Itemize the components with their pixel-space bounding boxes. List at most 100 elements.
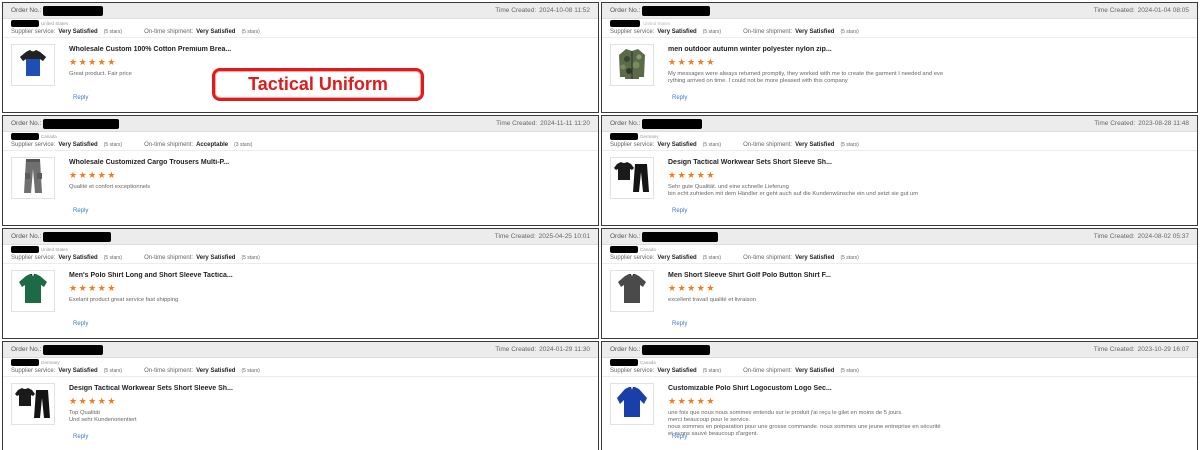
- star-icon: ★: [88, 57, 97, 67]
- product-title[interactable]: Wholesale Customized Cargo Trousers Mult…: [69, 159, 590, 166]
- on-time-shipment-value: Very Satisfied: [795, 255, 835, 261]
- product-thumbnail[interactable]: [11, 44, 55, 86]
- review-card: Order No.: Time Created: 2023-08-28 11:48…: [601, 115, 1198, 226]
- on-time-shipment-stars: (3 stars): [234, 142, 253, 148]
- reply-link[interactable]: Reply: [73, 321, 88, 327]
- product-thumbnail[interactable]: [610, 44, 654, 86]
- on-time-shipment-stars: (5 stars): [840, 29, 859, 35]
- jacket-icon: [615, 45, 649, 86]
- product-title[interactable]: Customizable Polo Shirt Logocustom Logo …: [668, 385, 1189, 392]
- review-card: Order No.: Time Created: 2025-04-25 10:01…: [2, 228, 599, 339]
- star-icon: ★: [706, 396, 715, 406]
- redacted-buyer: [11, 132, 39, 140]
- review-comment: Sehr gute Qualität. und eine schnelle Li…: [668, 184, 919, 197]
- supplier-service-label: Supplier service:: [11, 255, 56, 261]
- reply-link[interactable]: Reply: [73, 208, 88, 214]
- buyer-country: United States: [642, 20, 671, 26]
- star-icon: ★: [69, 170, 78, 180]
- product-title[interactable]: Men's Polo Shirt Long and Short Sleeve T…: [69, 272, 590, 279]
- product-title[interactable]: men outdoor autumn winter polyester nylo…: [668, 46, 1189, 53]
- time-created-label: Time Created:: [1093, 346, 1135, 353]
- redacted-order-no: [642, 5, 711, 16]
- supplier-service-stars: (5 stars): [702, 368, 722, 374]
- star-icon: ★: [687, 170, 696, 180]
- star-icon: ★: [69, 396, 78, 406]
- star-icon: ★: [687, 283, 696, 293]
- on-time-shipment-value: Very Satisfied: [196, 255, 236, 261]
- star-icon: ★: [706, 57, 715, 67]
- product-title[interactable]: Design Tactical Workwear Sets Short Slee…: [668, 159, 1189, 166]
- star-icon: ★: [677, 170, 686, 180]
- on-time-shipment-stars: (5 stars): [241, 255, 260, 261]
- order-no-label: Order No.:: [11, 7, 42, 14]
- star-rating: ★ ★ ★ ★ ★: [668, 284, 1189, 293]
- on-time-shipment-label: On-time shipment:: [144, 29, 194, 35]
- time-created: Time Created: 2024-08-02 05:37: [1094, 233, 1189, 240]
- review-body: Customizable Polo Shirt Logocustom Logo …: [602, 377, 1197, 438]
- redacted-buyer: [11, 19, 39, 27]
- star-rating: ★ ★ ★ ★ ★: [69, 284, 590, 293]
- time-created-value: 2024-11-11 11:20: [540, 120, 590, 127]
- ratings-row: Supplier service: Very Satisfied (5 star…: [3, 366, 598, 377]
- order-no-label: Order No.:: [610, 7, 641, 14]
- time-created: Time Created: 2025-04-25 10:01: [495, 233, 590, 240]
- star-rating: ★ ★ ★ ★ ★: [69, 58, 590, 67]
- star-icon: ★: [88, 396, 97, 406]
- on-time-shipment-stars: (5 stars): [241, 368, 260, 374]
- star-icon: ★: [78, 57, 87, 67]
- buyer-country: Germany: [41, 359, 60, 365]
- time-created-label: Time Created:: [1093, 7, 1135, 14]
- buyer-country: Canada: [640, 246, 656, 252]
- star-icon: ★: [107, 57, 116, 67]
- tactical-uniform-stamp: Tactical Uniform: [212, 68, 424, 101]
- reply-link[interactable]: Reply: [672, 95, 687, 101]
- reply-link[interactable]: Reply: [672, 208, 687, 214]
- star-icon: ★: [97, 283, 106, 293]
- star-icon: ★: [97, 57, 106, 67]
- supplier-service-stars: (5 stars): [702, 255, 722, 261]
- buyer-country: Canada: [41, 133, 57, 139]
- product-title[interactable]: Men Short Sleeve Shirt Golf Polo Button …: [668, 272, 1189, 279]
- on-time-shipment-label: On-time shipment:: [144, 368, 194, 374]
- product-thumbnail[interactable]: [610, 157, 654, 199]
- time-created-label: Time Created:: [1093, 233, 1135, 240]
- star-icon: ★: [668, 283, 677, 293]
- on-time-shipment-value: Very Satisfied: [196, 368, 236, 374]
- supplier-service-value: Very Satisfied: [58, 142, 98, 148]
- product-thumbnail[interactable]: [11, 383, 55, 425]
- product-thumbnail[interactable]: [11, 157, 55, 199]
- redacted-buyer: [610, 19, 640, 27]
- star-icon: ★: [97, 396, 106, 406]
- review-comment: Top Qualität Und sehr Kundenorientiert: [69, 410, 137, 423]
- star-icon: ★: [69, 57, 78, 67]
- supplier-service-stars: (5 stars): [103, 255, 123, 261]
- review-info: Wholesale Customized Cargo Trousers Mult…: [69, 157, 590, 199]
- on-time-shipment-label: On-time shipment:: [743, 29, 793, 35]
- supplier-service-value: Very Satisfied: [657, 29, 697, 35]
- on-time-shipment-value: Acceptable: [196, 142, 229, 148]
- product-thumbnail[interactable]: [11, 270, 55, 312]
- product-title[interactable]: Wholesale Custom 100% Cotton Premium Bre…: [69, 46, 590, 53]
- product-thumbnail[interactable]: [610, 270, 654, 312]
- supplier-service-stars: (5 stars): [103, 29, 123, 35]
- reply-link[interactable]: Reply: [672, 434, 687, 440]
- order-no-label: Order No.:: [11, 346, 42, 353]
- supplier-service-stars: (5 stars): [103, 368, 123, 374]
- ratings-row: Supplier service: Very Satisfied (5 star…: [3, 253, 598, 264]
- redacted-order-no: [43, 118, 120, 129]
- product-thumbnail[interactable]: [610, 383, 654, 425]
- time-created-label: Time Created:: [496, 120, 538, 127]
- reply-link[interactable]: Reply: [73, 434, 88, 440]
- star-icon: ★: [107, 170, 116, 180]
- order-no-label: Order No.:: [610, 233, 641, 240]
- time-created-label: Time Created:: [1094, 120, 1136, 127]
- time-created-value: 2023-08-28 11:48: [1138, 120, 1189, 127]
- reply-link[interactable]: Reply: [73, 95, 88, 101]
- reply-link[interactable]: Reply: [672, 321, 687, 327]
- buyer-row: United States: [602, 19, 1197, 27]
- polo-green-icon: [15, 271, 51, 312]
- star-icon: ★: [88, 170, 97, 180]
- on-time-shipment-label: On-time shipment:: [743, 142, 793, 148]
- review-body: Design Tactical Workwear Sets Short Slee…: [602, 151, 1197, 199]
- product-title[interactable]: Design Tactical Workwear Sets Short Slee…: [69, 385, 590, 392]
